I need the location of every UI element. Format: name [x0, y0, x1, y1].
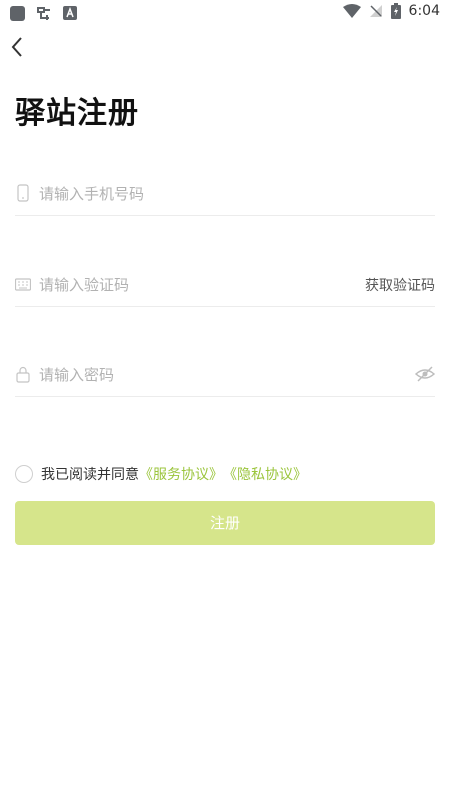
battery-charging-icon — [390, 3, 401, 19]
back-button[interactable] — [6, 34, 32, 60]
service-agreement-link[interactable]: 《服务协议》 — [139, 464, 223, 484]
register-button[interactable]: 注册 — [15, 501, 435, 545]
agreement-row: 我已阅读并同意 《服务协议》 《隐私协议》 — [15, 464, 307, 484]
phone-icon — [17, 184, 29, 202]
password-field — [15, 353, 435, 397]
page-title: 驿站注册 — [15, 96, 139, 131]
agreement-text: 我已阅读并同意 — [41, 467, 139, 483]
wifi-icon — [342, 4, 361, 18]
phone-field — [15, 172, 435, 216]
agreement-checkbox[interactable] — [15, 465, 33, 483]
eye-off-icon[interactable] — [415, 365, 435, 383]
status-bar: 6:04 — [0, 0, 450, 26]
chevron-left-icon — [11, 37, 22, 57]
notification-icons — [10, 4, 77, 22]
get-code-button[interactable]: 获取验证码 — [365, 275, 435, 295]
code-input[interactable] — [37, 269, 341, 301]
code-field: 获取验证码 — [15, 263, 435, 307]
app-square-icon — [10, 5, 25, 21]
privacy-agreement-link[interactable]: 《隐私协议》 — [223, 464, 307, 484]
status-time: 6:04 — [408, 3, 440, 19]
text-a-icon — [63, 6, 77, 20]
lock-icon — [16, 366, 30, 383]
keyboard-icon — [15, 278, 31, 291]
divider — [15, 215, 435, 216]
system-status: 6:04 — [342, 3, 440, 19]
bug-icon — [37, 7, 50, 20]
divider — [15, 396, 435, 397]
phone-input[interactable] — [37, 178, 341, 210]
divider — [15, 306, 435, 307]
password-input[interactable] — [37, 359, 341, 391]
no-signal-icon — [369, 5, 382, 17]
